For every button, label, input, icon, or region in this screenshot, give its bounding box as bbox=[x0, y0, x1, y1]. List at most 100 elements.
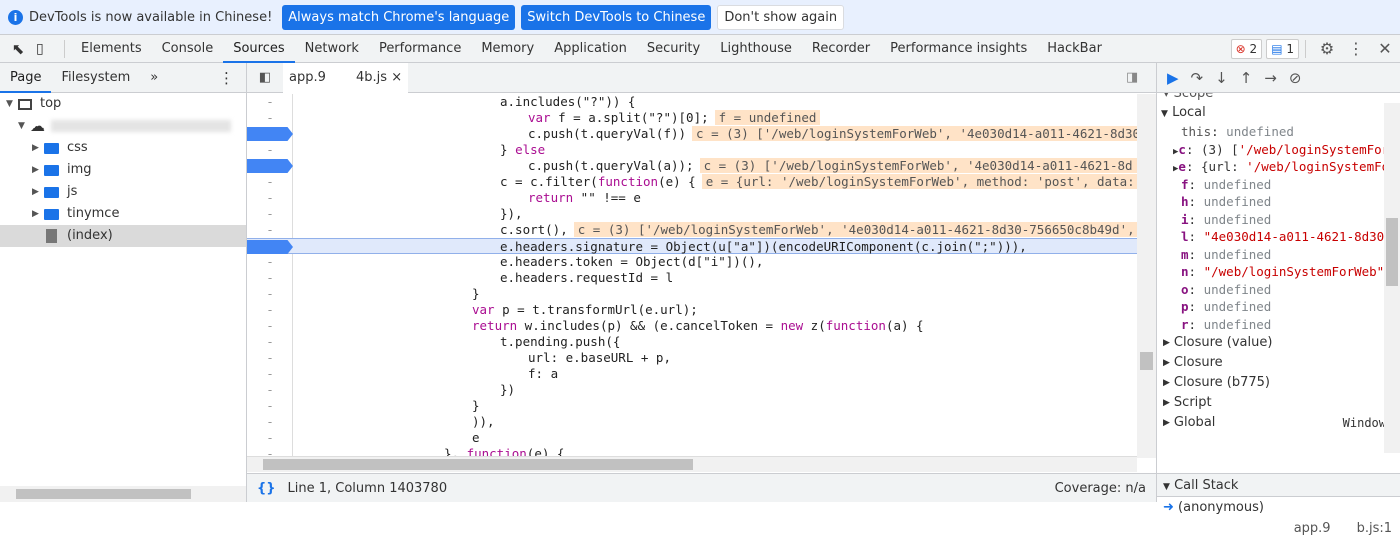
scope-var-f[interactable]: f: undefined bbox=[1157, 176, 1400, 194]
dont-show-again-button[interactable]: Don't show again bbox=[717, 4, 845, 30]
call-stack-header[interactable]: ▼ Call Stack bbox=[1157, 473, 1400, 497]
scope-section[interactable]: ▶ Closure bbox=[1157, 353, 1400, 373]
line-number[interactable]: - bbox=[247, 110, 293, 126]
scope-var-c[interactable]: ▶c: (3) ['/web/loginSystemFor bbox=[1157, 141, 1400, 159]
line-number[interactable]: - bbox=[247, 302, 293, 318]
tab-lighthouse[interactable]: Lighthouse bbox=[710, 35, 802, 63]
gear-icon[interactable]: ⚙ bbox=[1312, 39, 1342, 58]
scope-section[interactable]: ▶ Script bbox=[1157, 393, 1400, 413]
code-line[interactable]: - var f = a.split("?")[0]; f = undefined bbox=[247, 110, 1137, 126]
step-into-icon[interactable]: ↓ bbox=[1215, 69, 1228, 87]
step-icon[interactable]: → bbox=[1264, 69, 1277, 87]
line-number[interactable]: - bbox=[247, 222, 293, 238]
code-line[interactable]: - f: a bbox=[247, 366, 1137, 382]
tab-elements[interactable]: Elements bbox=[71, 35, 152, 63]
code-view[interactable]: - a.includes("?")) {- var f = a.split("?")… bbox=[247, 94, 1137, 458]
tree-folder-img[interactable]: ▶ img bbox=[0, 159, 246, 181]
line-number[interactable]: - bbox=[247, 254, 293, 270]
tab-console[interactable]: Console bbox=[152, 35, 224, 63]
line-number[interactable]: - bbox=[247, 318, 293, 334]
tree-file-index[interactable]: (index) bbox=[0, 225, 246, 247]
breakpoint-marker[interactable] bbox=[247, 159, 293, 173]
code-line[interactable]: - t.pending.push({ bbox=[247, 334, 1137, 350]
more-menu-icon[interactable]: ⋮ bbox=[219, 69, 246, 87]
scope-var-h[interactable]: h: undefined bbox=[1157, 193, 1400, 211]
match-language-button[interactable]: Always match Chrome's language bbox=[282, 4, 516, 30]
tab-filesystem[interactable]: Filesystem bbox=[51, 63, 140, 93]
tab-network[interactable]: Network bbox=[295, 35, 369, 63]
breakpoint-marker[interactable] bbox=[247, 240, 293, 254]
tab-performance-insights[interactable]: Performance insights bbox=[880, 35, 1037, 63]
tab-page[interactable]: Page bbox=[0, 63, 52, 93]
code-line[interactable]: - e.headers.token = Object(d["i"])(), bbox=[247, 254, 1137, 270]
code-line[interactable]: -} bbox=[247, 398, 1137, 414]
line-number[interactable]: - bbox=[247, 366, 293, 382]
messages-badge[interactable]: ▤ 1 bbox=[1266, 38, 1299, 59]
line-number[interactable]: - bbox=[247, 398, 293, 414]
code-line[interactable]: -e bbox=[247, 430, 1137, 446]
code-line[interactable]: -c.push(t.queryVal(f))c = (3) ['/web/log… bbox=[247, 126, 1137, 142]
line-number[interactable]: - bbox=[247, 334, 293, 350]
code-line[interactable]: - return w.includes(p) && (e.cancelToken … bbox=[247, 318, 1137, 334]
line-number[interactable]: - bbox=[247, 382, 293, 398]
tab-recorder[interactable]: Recorder bbox=[802, 35, 880, 63]
line-number[interactable]: - bbox=[247, 286, 293, 302]
code-line[interactable]: - c.sort(), c = (3) ['/web/loginSystemForW… bbox=[247, 222, 1137, 238]
scope-var-i[interactable]: i: undefined bbox=[1157, 211, 1400, 229]
device-toolbar-icon[interactable]: ▯ bbox=[36, 41, 58, 57]
scope-var-p[interactable]: p: undefined bbox=[1157, 298, 1400, 316]
line-number[interactable]: - bbox=[247, 190, 293, 206]
tab-security[interactable]: Security bbox=[637, 35, 710, 63]
step-out-icon[interactable]: ↑ bbox=[1240, 69, 1253, 87]
more-menu-icon[interactable]: ⋮ bbox=[1342, 39, 1370, 58]
code-line[interactable]: - e.headers.requestId = l bbox=[247, 270, 1137, 286]
line-number[interactable]: - bbox=[247, 414, 293, 430]
scope-var-m[interactable]: m: undefined bbox=[1157, 246, 1400, 264]
code-line[interactable]: - url: e.baseURL + p, bbox=[247, 350, 1137, 366]
line-number[interactable]: - bbox=[247, 430, 293, 446]
inspect-element-icon[interactable]: ⬉ bbox=[0, 40, 36, 58]
scope-var-l[interactable]: l: "4e030d14-a011-4621-8d30- bbox=[1157, 228, 1400, 246]
code-line[interactable]: - c = c.filter(function(e) {e = {url: '/w… bbox=[247, 174, 1137, 190]
code-line[interactable]: -c.push(t.queryVal(a));c = (3) ['/web/lo… bbox=[247, 158, 1137, 174]
scope-var-n[interactable]: n: "/web/loginSystemForWeb" bbox=[1157, 263, 1400, 281]
line-number[interactable]: - bbox=[247, 206, 293, 222]
code-line[interactable]: -} bbox=[247, 286, 1137, 302]
breakpoint-marker[interactable] bbox=[247, 127, 293, 141]
tree-folder-tinymce[interactable]: ▶ tinymce bbox=[0, 203, 246, 225]
more-tabs-icon[interactable]: » bbox=[140, 63, 168, 93]
close-tab-icon[interactable]: × bbox=[391, 70, 402, 85]
file-tab[interactable]: app.9 4b.js × bbox=[283, 62, 409, 93]
scope-var-e[interactable]: ▶e: {url: '/web/loginSystemFo bbox=[1157, 158, 1400, 176]
scope-local[interactable]: ▼ Local bbox=[1157, 103, 1400, 123]
vertical-scrollbar[interactable] bbox=[1384, 103, 1400, 453]
code-line[interactable]: -}) bbox=[247, 382, 1137, 398]
scope-section[interactable]: ▶ Global Window bbox=[1157, 413, 1400, 433]
tab-hackbar[interactable]: HackBar bbox=[1037, 35, 1112, 63]
resume-icon[interactable]: ▶ bbox=[1167, 69, 1179, 87]
code-line[interactable]: - a.includes("?")) { bbox=[247, 94, 1137, 110]
tab-performance[interactable]: Performance bbox=[369, 35, 471, 63]
step-over-icon[interactable]: ↷ bbox=[1191, 69, 1204, 87]
deactivate-breakpoints-icon[interactable]: ⊘ bbox=[1289, 69, 1302, 87]
line-number[interactable]: - bbox=[247, 94, 293, 110]
switch-chinese-button[interactable]: Switch DevTools to Chinese bbox=[521, 4, 712, 30]
tree-top[interactable]: ▼ top bbox=[0, 93, 246, 115]
code-line[interactable]: -} else bbox=[247, 142, 1137, 158]
call-frame-location[interactable]: app.9 b.js:1 bbox=[1157, 519, 1400, 539]
code-line[interactable]: -)), bbox=[247, 414, 1137, 430]
tab-sources[interactable]: Sources bbox=[223, 35, 295, 63]
scope-section[interactable]: ▶ Closure (value) bbox=[1157, 333, 1400, 353]
line-number[interactable]: - bbox=[247, 142, 293, 158]
toggle-navigator-icon[interactable]: ◧ bbox=[247, 70, 283, 85]
tree-domain[interactable]: ▼ ☁ bbox=[0, 115, 246, 137]
scope-var-this[interactable]: this: undefined bbox=[1157, 123, 1400, 141]
scope-var-o[interactable]: o: undefined bbox=[1157, 281, 1400, 299]
code-line[interactable]: -e.headers.signature = Object(u["a"])(en… bbox=[247, 238, 1137, 254]
scope-var-r[interactable]: r: undefined bbox=[1157, 316, 1400, 334]
code-line[interactable]: - return "" !== e bbox=[247, 190, 1137, 206]
horizontal-scrollbar[interactable] bbox=[0, 486, 246, 502]
tree-folder-css[interactable]: ▶ css bbox=[0, 137, 246, 159]
tab-application[interactable]: Application bbox=[544, 35, 637, 63]
vertical-scrollbar[interactable] bbox=[1137, 94, 1156, 458]
